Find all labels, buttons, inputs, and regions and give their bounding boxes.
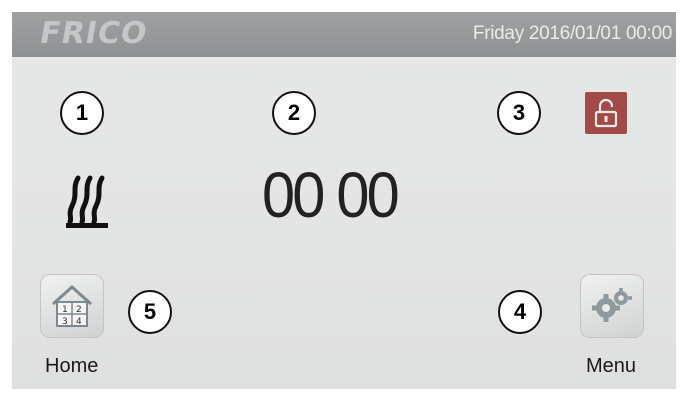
lock-button[interactable] (585, 92, 627, 134)
callout-4: 4 (498, 290, 542, 334)
callout-3: 3 (497, 91, 541, 135)
home-button[interactable]: 1 2 3 4 (40, 274, 104, 338)
top-bar: FRICO Friday 2016/01/01 00:00 (12, 12, 676, 57)
home-icon-digit-2: 2 (76, 305, 82, 315)
home-icon-digit-1: 1 (62, 305, 68, 315)
callout-1: 1 (60, 91, 104, 135)
frico-logo: FRICO (36, 16, 151, 51)
menu-button[interactable] (580, 274, 644, 338)
callout-5: 5 (128, 290, 172, 334)
callout-2: 2 (272, 91, 316, 135)
heater-waves-icon[interactable] (64, 172, 124, 230)
home-icon-digit-4: 4 (76, 317, 82, 327)
home-icon-digit-3: 3 (62, 317, 68, 327)
gears-icon (592, 288, 632, 322)
date-time: Friday 2016/01/01 00:00 (472, 23, 672, 44)
menu-label[interactable]: Menu (586, 355, 636, 378)
unlocked-padlock-icon (594, 98, 618, 128)
device-screen: FRICO Friday 2016/01/01 00:00 00 00 1 2 … (12, 12, 676, 389)
home-zones-icon: 1 2 3 4 (51, 284, 93, 327)
time-display[interactable]: 00 00 (262, 158, 400, 232)
home-label[interactable]: Home (45, 355, 98, 378)
